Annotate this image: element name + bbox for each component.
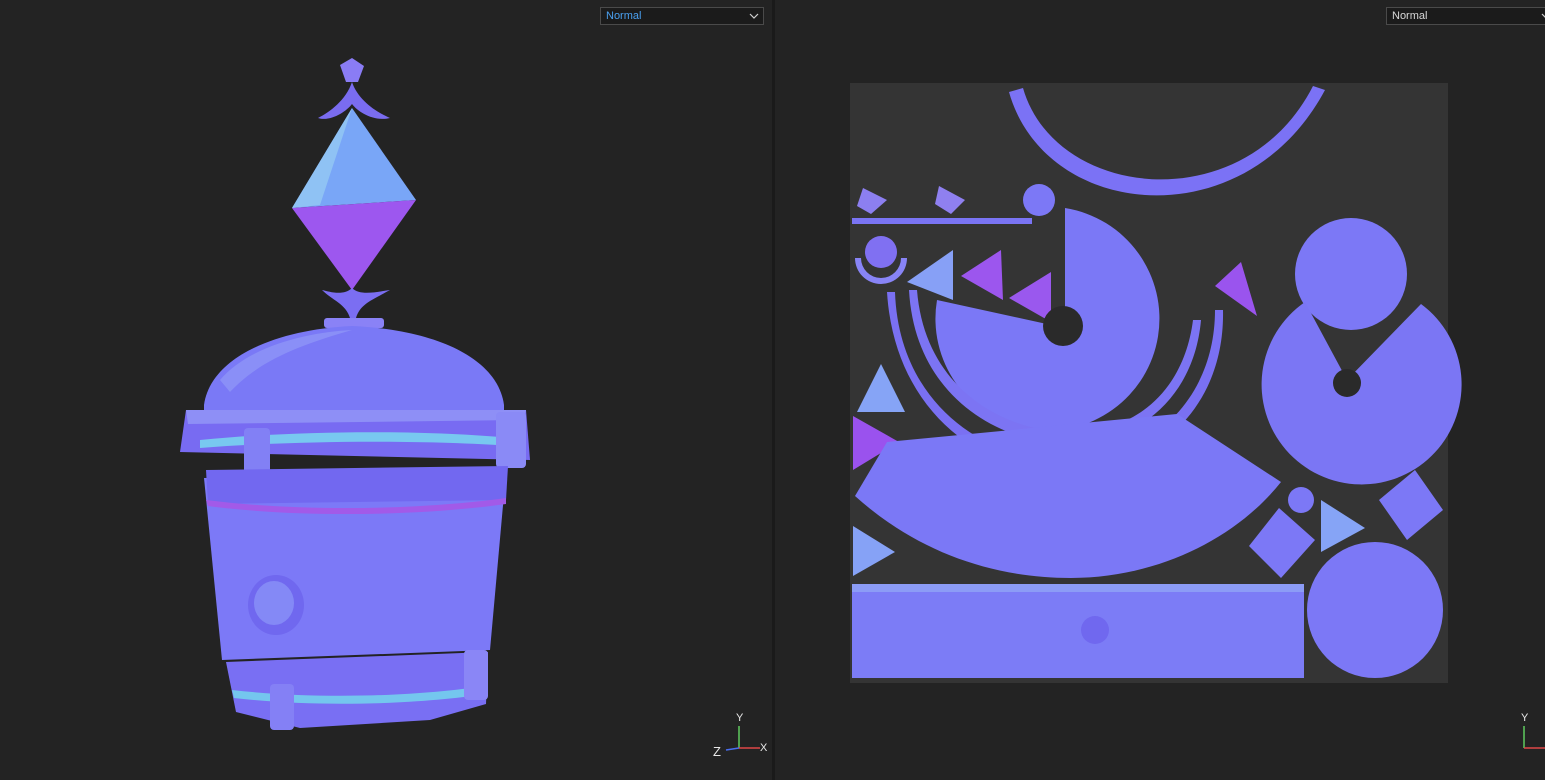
uv-island-strip-knob — [1081, 616, 1109, 644]
uv-island-disc-bottom — [1307, 542, 1443, 678]
base-foot-right — [464, 650, 488, 700]
finial-diamond-lower — [292, 200, 416, 290]
uv-island-bottom-strip — [852, 584, 1304, 678]
base-foot-left — [270, 684, 294, 730]
texture-mode-value: Normal — [1392, 10, 1428, 22]
texture-mode-dropdown[interactable]: Normal — [1386, 7, 1545, 25]
viewport-3d[interactable]: Normal Y Z X — [0, 0, 772, 780]
pot-base — [226, 652, 488, 728]
uv-island-disc — [865, 236, 897, 268]
uv-island-bottom-strip-edge — [852, 584, 1304, 592]
axis-y-label-uv: Y — [1521, 712, 1529, 724]
axis-gizmo-uv: Y — [1519, 712, 1545, 752]
axis-y-label: Y — [736, 712, 744, 724]
uv-island-hole — [1043, 306, 1083, 346]
axis-x-label: X — [760, 742, 768, 754]
uv-island-hole — [1333, 369, 1361, 397]
pot-porthole-inner — [254, 581, 294, 625]
chevron-down-icon — [1541, 13, 1545, 18]
uv-island-disc-small — [1288, 487, 1314, 513]
chevron-down-icon — [749, 13, 759, 19]
axis-gizmo: Y Z X — [710, 712, 770, 762]
lid-handle-right — [496, 412, 526, 468]
viewport-uv[interactable]: Normal Y — [775, 0, 1545, 780]
finial-stem — [322, 288, 390, 318]
finial-top — [340, 58, 364, 82]
pot-body-collar — [206, 466, 508, 504]
display-mode-value: Normal — [606, 10, 642, 22]
uv-island-disc-large — [1295, 218, 1407, 330]
display-mode-dropdown[interactable]: Normal — [600, 7, 764, 25]
uv-island-disc — [1023, 184, 1055, 216]
axis-z-label: Z — [713, 744, 721, 759]
normal-map-texture-preview — [850, 83, 1462, 683]
normal-map-model-preview — [180, 58, 530, 730]
uv-island-strip — [852, 218, 1032, 224]
